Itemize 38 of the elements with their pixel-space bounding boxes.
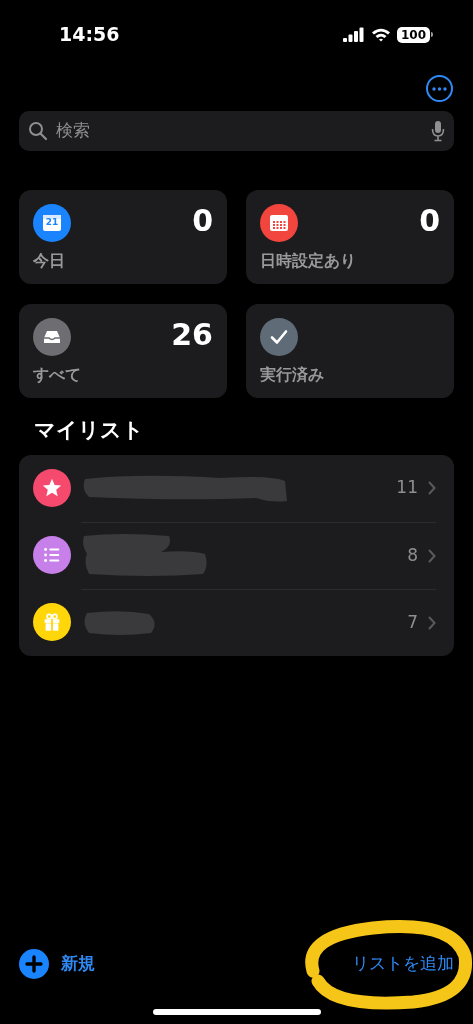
reminder-count: 26 xyxy=(171,318,213,352)
smart-list-card[interactable]: 0 日時設定あり xyxy=(246,190,454,284)
list-count: 11 xyxy=(396,476,418,500)
reminder-count: 0 xyxy=(192,204,213,238)
plus-icon xyxy=(19,949,49,979)
signal-icon xyxy=(342,27,365,42)
calendar-icon xyxy=(268,212,290,234)
section-heading: マイリスト xyxy=(34,417,145,444)
add-list-button[interactable]: リストを追加 xyxy=(352,951,454,977)
smart-list-card[interactable]: 26 すべて xyxy=(19,304,227,398)
list-count: 8 xyxy=(407,543,418,567)
chevron-right-icon xyxy=(428,481,436,495)
chevron-right-icon xyxy=(428,548,436,563)
battery-level: 100 xyxy=(396,26,430,43)
more-icon xyxy=(432,86,447,91)
smart-list-label: 今日 xyxy=(33,250,66,272)
smart-list-label: 実行済み xyxy=(260,364,325,386)
status-time: 14:56 xyxy=(59,22,120,48)
microphone-icon xyxy=(431,120,445,142)
list-row[interactable]: 7 xyxy=(19,588,454,656)
search-field[interactable]: 検索 xyxy=(56,118,423,144)
search-bar[interactable]: 検索 xyxy=(19,111,454,151)
search-icon xyxy=(28,121,48,141)
reminder-count: 0 xyxy=(419,204,440,238)
wifi-icon xyxy=(370,27,391,42)
list-row[interactable]: 8 xyxy=(19,521,454,589)
smart-list-label: 日時設定あり xyxy=(260,250,357,272)
star-icon xyxy=(41,477,63,499)
list-count: 7 xyxy=(407,610,418,634)
new-reminder-button[interactable]: 新規 xyxy=(19,949,95,979)
more-button[interactable] xyxy=(426,75,453,102)
list-row[interactable]: 11 xyxy=(19,454,454,522)
calendar-date: 21 xyxy=(45,218,59,227)
calendar-icon xyxy=(41,212,63,234)
smart-list-label: すべて xyxy=(33,364,82,386)
smart-list-card[interactable]: 実行済み xyxy=(246,304,454,398)
chevron-right-icon xyxy=(428,615,436,630)
smart-list-card[interactable]: 21 0 今日 xyxy=(19,190,227,284)
